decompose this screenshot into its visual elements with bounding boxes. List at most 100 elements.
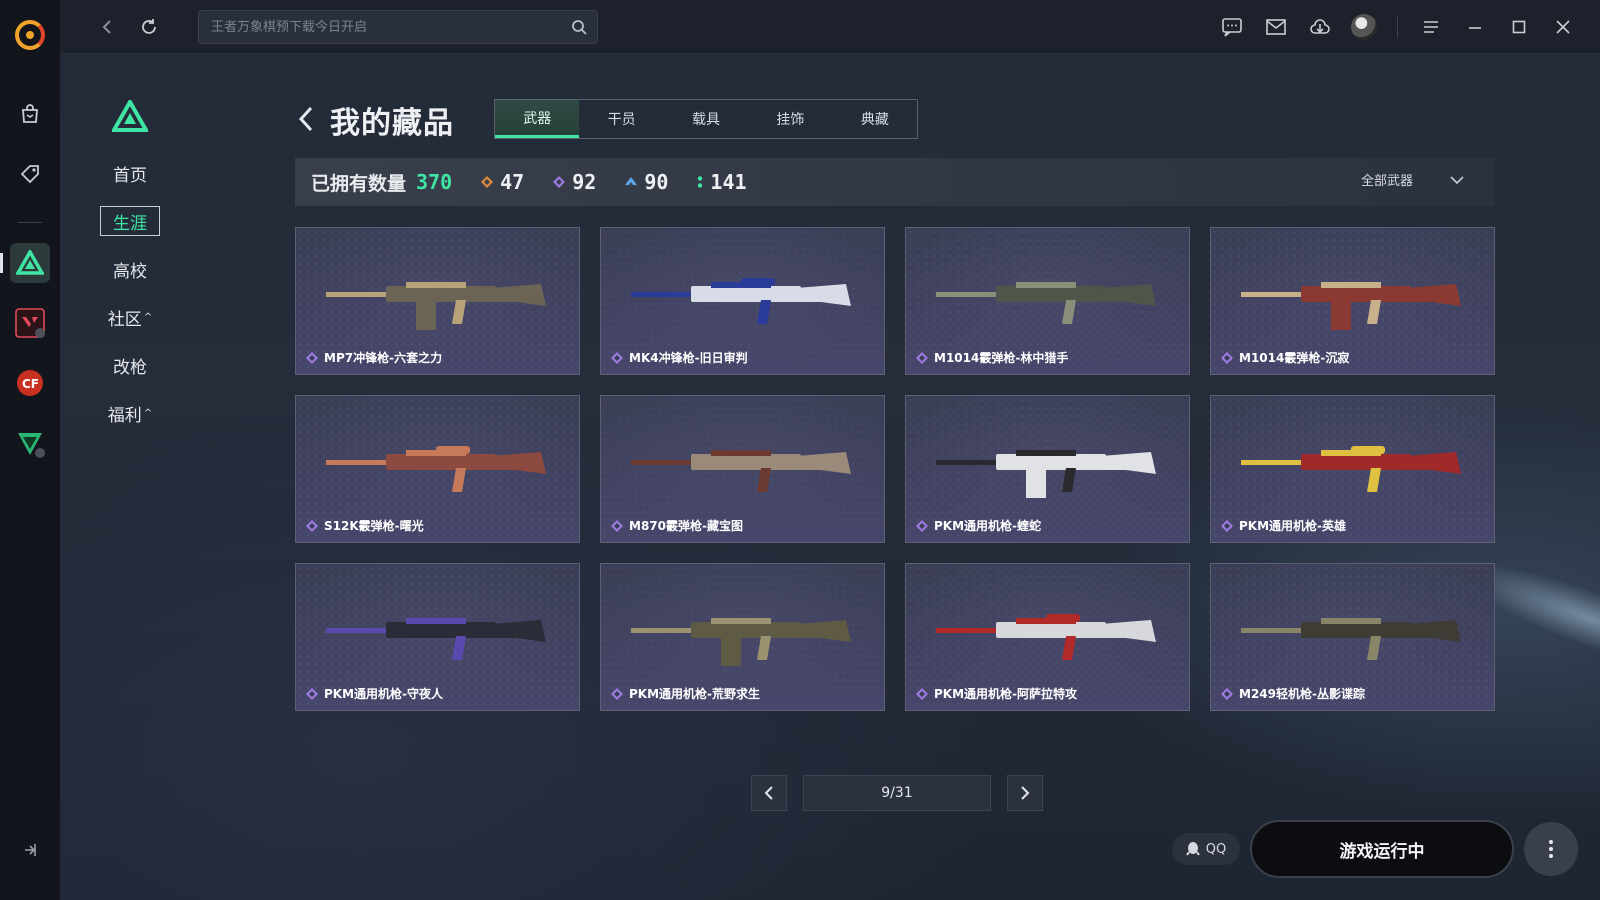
refresh-icon[interactable] (136, 14, 162, 40)
weapon-image (326, 282, 546, 330)
close-icon[interactable] (1548, 12, 1578, 42)
item-label: PKM通用机枪-英雄 (1221, 517, 1346, 534)
collection-item-card[interactable]: MP7冲锋枪-六套之力 (295, 227, 580, 375)
nav-item-community[interactable]: 社区 ^ (100, 302, 160, 332)
more-options-button[interactable] (1524, 822, 1578, 876)
weapon-filter-dropdown[interactable]: 全部武器 (1361, 170, 1465, 189)
download-icon[interactable] (1305, 12, 1335, 42)
back-icon[interactable] (94, 14, 120, 40)
item-name: PKM通用机枪-荒野求生 (629, 687, 761, 701)
purple-diamond-icon (916, 351, 928, 364)
next-page-button[interactable] (1007, 775, 1043, 811)
launcher-logo-icon[interactable] (15, 20, 45, 50)
search-icon[interactable] (571, 19, 587, 35)
collection-item-card[interactable]: M249轻机枪-丛影谍踪 (1210, 563, 1495, 711)
weapon-image (326, 618, 546, 660)
search-input[interactable] (199, 11, 559, 43)
menu-icon[interactable] (1416, 12, 1446, 42)
item-label: MK4冲锋枪-旧日审判 (611, 349, 748, 366)
item-label: M1014霰弹枪-沉寂 (1221, 349, 1349, 366)
item-label: PKM通用机枪-荒野求生 (611, 685, 760, 702)
game-tag-icon[interactable] (10, 154, 50, 194)
collection-item-card[interactable]: PKM通用机枪-守夜人 (295, 563, 580, 711)
rarity-purple: 92 (552, 170, 596, 194)
purple-diamond-icon (611, 351, 623, 364)
crossfire-app-icon[interactable]: CF (10, 363, 50, 403)
maximize-icon[interactable] (1504, 12, 1534, 42)
nav-item-campus[interactable]: 高校 (100, 254, 160, 284)
blue-arrow-icon (625, 177, 638, 185)
green-dots-icon (698, 176, 703, 188)
search-box[interactable] (198, 10, 598, 44)
mail-icon[interactable] (1261, 12, 1291, 42)
weapon-image (1241, 282, 1461, 330)
item-name: M1014霰弹枪-沉寂 (1239, 351, 1350, 365)
collection-item-card[interactable]: PKM通用机枪-荒野求生 (600, 563, 885, 711)
topbar-divider (1397, 16, 1398, 38)
nav-item-home[interactable]: 首页 (100, 158, 160, 188)
chevron-down-icon (1450, 175, 1464, 184)
tab-vehicles[interactable]: 载具 (664, 100, 748, 138)
collection-item-card[interactable]: PKM通用机枪-蝰蛇 (905, 395, 1190, 543)
tab-operators[interactable]: 干员 (579, 100, 663, 138)
collection-item-card[interactable]: S12K霰弹枪-曙光 (295, 395, 580, 543)
valorant-app-icon[interactable] (10, 303, 50, 343)
user-avatar[interactable] (1349, 12, 1379, 42)
weapon-image (936, 282, 1156, 324)
item-name: PKM通用机枪-阿萨拉特攻 (934, 687, 1078, 701)
item-label: PKM通用机枪-阿萨拉特攻 (916, 685, 1077, 702)
tab-collection[interactable]: 典藏 (833, 100, 917, 138)
item-label: S12K霰弹枪-曙光 (306, 517, 424, 534)
chevron-up-icon: ^ (143, 311, 153, 323)
green-game-app-icon[interactable] (10, 423, 50, 463)
window-controls (1217, 12, 1578, 42)
chat-icon[interactable] (1217, 12, 1247, 42)
delta-force-app-icon[interactable] (0, 243, 50, 283)
collapse-rail-icon[interactable] (20, 840, 40, 860)
page-indicator: 9/31 (803, 775, 991, 811)
purple-diamond-icon (553, 176, 566, 188)
tab-charms[interactable]: 挂饰 (748, 100, 832, 138)
purple-diamond-icon (1221, 351, 1233, 364)
nav-item-rewards[interactable]: 福利 ^ (100, 398, 160, 428)
purple-diamond-icon (611, 519, 623, 532)
minimize-icon[interactable] (1460, 12, 1490, 42)
weapon-image (1241, 618, 1461, 660)
collection-item-card[interactable]: MK4冲锋枪-旧日审判 (600, 227, 885, 375)
qq-penguin-icon (1185, 842, 1200, 856)
filter-label: 全部武器 (1360, 174, 1413, 189)
category-tabs: 武器 干员 载具 挂饰 典藏 (494, 99, 918, 139)
prev-page-button[interactable] (751, 775, 787, 811)
weapon-image (631, 278, 851, 324)
qq-login-button[interactable]: QQ (1172, 833, 1240, 865)
item-name: M249轻机枪-丛影谍踪 (1239, 687, 1365, 701)
collection-item-card[interactable]: M870霰弹枪-藏宝图 (600, 395, 885, 543)
store-bag-icon[interactable] (10, 94, 50, 134)
item-name: S12K霰弹枪-曙光 (324, 519, 424, 533)
nav-item-career[interactable]: 生涯 (100, 206, 160, 236)
item-name: PKM通用机枪-守夜人 (324, 687, 444, 701)
item-label: PKM通用机枪-蝰蛇 (916, 517, 1041, 534)
owned-label: 已拥有数量 (311, 172, 407, 195)
purple-diamond-icon (611, 687, 623, 700)
game-running-button[interactable]: 游戏运行中 (1250, 820, 1514, 878)
collection-item-card[interactable]: PKM通用机枪-阿萨拉特攻 (905, 563, 1190, 711)
nav-item-gunsmith[interactable]: 改枪 (100, 350, 160, 380)
rarity-orange: 47 (480, 170, 524, 194)
rarity-blue: 90 (624, 170, 668, 194)
tab-weapons[interactable]: 武器 (495, 100, 580, 138)
page-back-icon[interactable] (296, 104, 316, 134)
purple-diamond-icon (306, 687, 318, 700)
purple-diamond-icon (916, 687, 928, 700)
collection-item-card[interactable]: M1014霰弹枪-林中猎手 (905, 227, 1190, 375)
collection-item-card[interactable]: PKM通用机枪-英雄 (1210, 395, 1495, 543)
purple-diamond-icon (306, 351, 318, 364)
page-title: 我的藏品 (330, 106, 454, 141)
weapon-image (631, 450, 851, 492)
weapon-image (936, 614, 1156, 660)
pagination: 9/31 (751, 775, 1043, 811)
item-label: M870霰弹枪-藏宝图 (611, 517, 743, 534)
item-name: PKM通用机枪-蝰蛇 (934, 519, 1042, 533)
item-label: M249轻机枪-丛影谍踪 (1221, 685, 1365, 702)
collection-item-card[interactable]: M1014霰弹枪-沉寂 (1210, 227, 1495, 375)
